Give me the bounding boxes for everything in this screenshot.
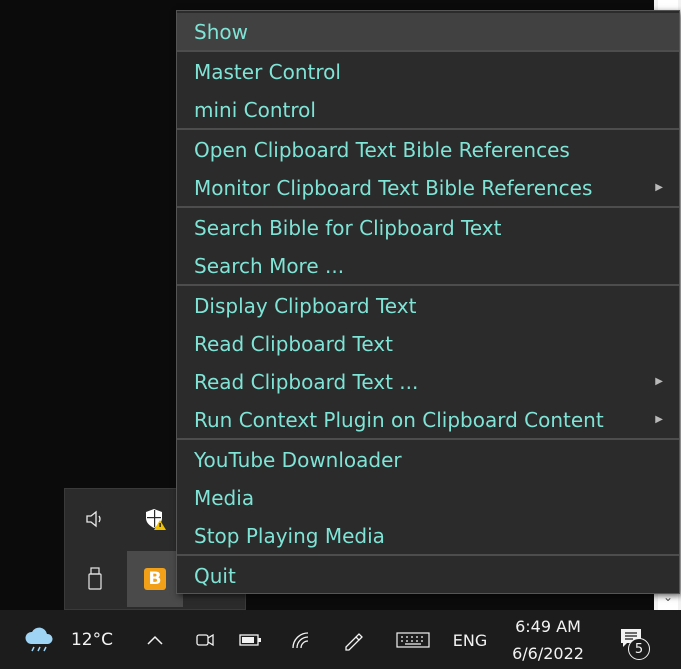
menu-item-search-bible-clipboard[interactable]: Search Bible for Clipboard Text	[177, 209, 679, 247]
menu-separator	[177, 50, 679, 52]
bible-app-b-icon: B	[144, 568, 166, 590]
input-language-indicator[interactable]: ENG	[448, 624, 492, 656]
touch-keyboard-icon[interactable]	[394, 624, 432, 656]
menu-item-mini-control[interactable]: mini Control	[177, 91, 679, 129]
battery-charging-icon[interactable]	[236, 624, 266, 656]
menu-separator	[177, 206, 679, 208]
taskbar-clock[interactable]: 6:49 AM 6/6/2022	[498, 610, 598, 669]
bible-app-tray-icon[interactable]: B	[127, 551, 183, 607]
weather-temperature[interactable]: 12°C	[68, 624, 116, 656]
notification-count-badge: 5	[628, 638, 650, 660]
menu-item-run-context-plugin[interactable]: Run Context Plugin on Clipboard Content ▶	[177, 401, 679, 439]
menu-separator	[177, 554, 679, 556]
submenu-arrow-icon: ▶	[655, 376, 663, 387]
menu-item-read-clipboard-text[interactable]: Read Clipboard Text	[177, 325, 679, 363]
windows-security-warning-icon[interactable]	[135, 499, 175, 539]
menu-item-open-clipboard-references[interactable]: Open Clipboard Text Bible References	[177, 131, 679, 169]
show-hidden-icons-chevron-up-icon[interactable]	[140, 624, 170, 656]
clock-time: 6:49 AM	[515, 617, 581, 636]
tray-context-menu: Show Master Control mini Control Open Cl…	[176, 10, 680, 594]
submenu-arrow-icon: ▶	[655, 414, 663, 425]
menu-item-search-more[interactable]: Search More ...	[177, 247, 679, 285]
taskbar: 12°C ENG 6:49 AM 6/6/2022	[0, 610, 681, 669]
menu-separator	[177, 438, 679, 440]
wifi-icon[interactable]	[286, 624, 316, 656]
menu-item-media[interactable]: Media	[177, 479, 679, 517]
submenu-arrow-icon: ▶	[655, 182, 663, 193]
clock-date: 6/6/2022	[512, 644, 584, 663]
volume-icon[interactable]	[75, 499, 115, 539]
menu-separator	[177, 284, 679, 286]
pen-ink-workspace-icon[interactable]	[338, 624, 368, 656]
menu-item-master-control[interactable]: Master Control	[177, 53, 679, 91]
meet-now-camera-icon[interactable]	[190, 624, 220, 656]
menu-item-show[interactable]: Show	[177, 13, 679, 51]
menu-item-read-clipboard-text-more[interactable]: Read Clipboard Text ... ▶	[177, 363, 679, 401]
menu-item-monitor-clipboard-references[interactable]: Monitor Clipboard Text Bible References ▶	[177, 169, 679, 207]
menu-item-display-clipboard-text[interactable]: Display Clipboard Text	[177, 287, 679, 325]
menu-separator	[177, 128, 679, 130]
menu-item-stop-playing-media[interactable]: Stop Playing Media	[177, 517, 679, 555]
menu-item-quit[interactable]: Quit	[177, 557, 679, 595]
menu-item-youtube-downloader[interactable]: YouTube Downloader	[177, 441, 679, 479]
cloud-rain-icon[interactable]	[20, 624, 60, 656]
usb-drive-icon[interactable]	[75, 559, 115, 599]
